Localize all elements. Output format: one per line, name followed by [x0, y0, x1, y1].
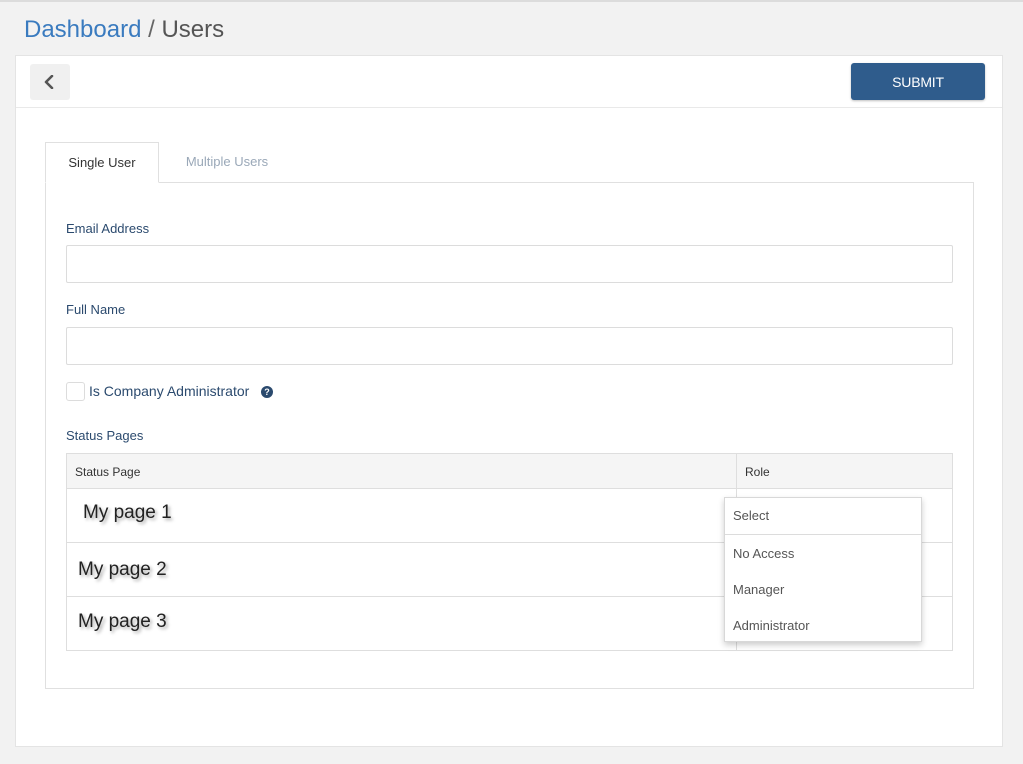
breadcrumb-dashboard-link[interactable]: Dashboard: [24, 16, 141, 43]
role-option-manager[interactable]: Manager: [733, 582, 784, 597]
fullname-label: Full Name: [66, 302, 126, 317]
breadcrumb-current: Users: [161, 16, 225, 43]
role-dropdown[interactable]: Select No Access Manager Administrator: [724, 497, 922, 642]
role-select-placeholder: Select: [733, 508, 770, 523]
column-divider: [736, 454, 737, 488]
question-circle-icon[interactable]: ?: [261, 386, 273, 398]
tab-single-user[interactable]: Single User: [45, 142, 159, 183]
main-card: SUBMIT Single User Multiple Users Email …: [15, 55, 1003, 747]
toolbar: SUBMIT: [16, 56, 1002, 108]
status-page-name: My page 1: [83, 502, 172, 523]
header-status-page: Status Page: [75, 465, 141, 479]
submit-button[interactable]: SUBMIT: [851, 63, 985, 100]
breadcrumb: Dashboard / Users: [24, 16, 224, 44]
breadcrumb-separator: /: [141, 16, 162, 43]
email-field[interactable]: [66, 245, 953, 283]
tab-multiple-users[interactable]: Multiple Users: [163, 142, 291, 183]
table-header: Status Page Role: [66, 453, 953, 489]
header-role: Role: [745, 465, 770, 479]
email-label: Email Address: [66, 221, 150, 236]
role-option-no-access[interactable]: No Access: [733, 546, 794, 561]
company-admin-checkbox[interactable]: [66, 382, 85, 401]
fullname-field[interactable]: [66, 327, 953, 365]
single-user-panel: Email Address Full Name Is Company Admin…: [45, 182, 974, 689]
company-admin-label: Is Company Administrator: [89, 383, 250, 399]
role-option-administrator[interactable]: Administrator: [733, 618, 810, 633]
back-button[interactable]: [30, 64, 70, 100]
status-page-name: My page 2: [78, 559, 167, 580]
chevron-left-icon: [44, 75, 54, 89]
page-header: Dashboard / Users: [0, 2, 1023, 54]
role-select[interactable]: Select: [725, 498, 921, 535]
status-pages-label: Status Pages: [66, 428, 144, 443]
status-page-name: My page 3: [78, 611, 167, 632]
